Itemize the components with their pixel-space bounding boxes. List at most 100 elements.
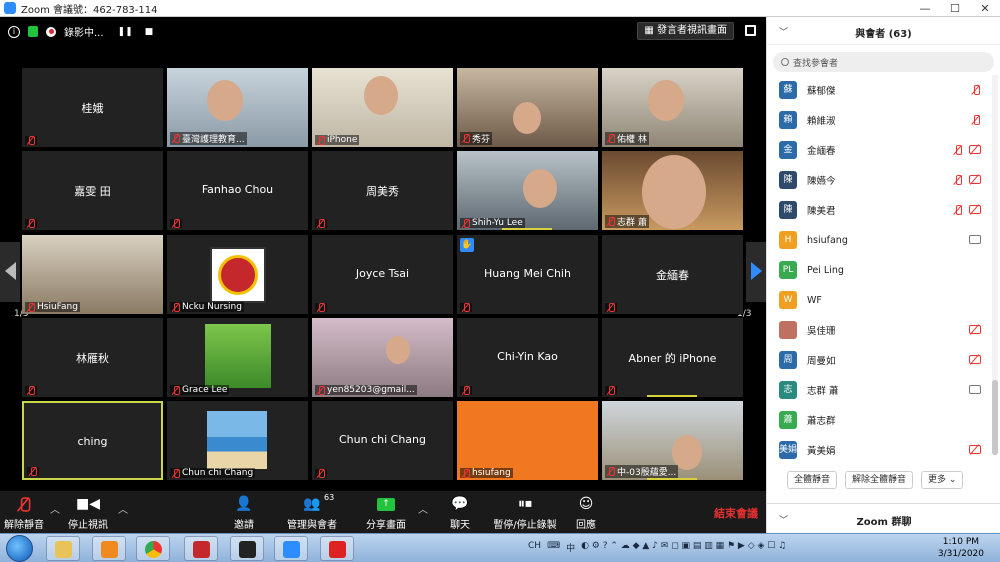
- mic-muted-icon[interactable]: [953, 205, 963, 215]
- video-tile[interactable]: yen85203@gmail...: [312, 318, 453, 397]
- reactions-button[interactable]: ☺ 回應: [574, 495, 598, 531]
- mic-muted-icon[interactable]: [971, 85, 981, 95]
- participant-row[interactable]: PL Pei Ling: [767, 255, 989, 285]
- participant-search-input[interactable]: 查找參會者: [773, 52, 994, 72]
- taskbar-app-heart[interactable]: [184, 536, 218, 561]
- start-button[interactable]: [6, 535, 33, 562]
- video-off-icon[interactable]: [969, 175, 981, 184]
- participant-face: [513, 102, 541, 135]
- participant-row[interactable]: 陳陳美君: [767, 195, 989, 225]
- pause-recording-icon[interactable]: ❚❚: [118, 27, 133, 37]
- video-tile[interactable]: Ncku Nursing: [167, 235, 308, 314]
- participant-row[interactable]: 吳佳珊: [767, 315, 989, 345]
- video-tile[interactable]: 秀芬: [457, 68, 598, 147]
- taskbar-file-explorer[interactable]: [46, 536, 80, 561]
- end-meeting-button[interactable]: 結束會議: [714, 505, 758, 521]
- mic-muted-icon[interactable]: [971, 115, 981, 125]
- runner-icon: [239, 541, 256, 558]
- participant-list-scrollbar[interactable]: [992, 75, 998, 455]
- participant-row[interactable]: 周周曼如: [767, 345, 989, 375]
- video-tile[interactable]: 中-03殷蘊愛...: [602, 401, 743, 480]
- video-tile[interactable]: 林雁秋: [22, 318, 163, 397]
- video-off-icon[interactable]: [969, 355, 981, 364]
- video-off-icon[interactable]: [969, 205, 981, 214]
- minimize-button[interactable]: —: [910, 2, 940, 15]
- audio-options-caret[interactable]: ︿: [50, 501, 60, 516]
- mic-muted-icon[interactable]: [953, 145, 963, 155]
- video-tile[interactable]: 嘉雯 田: [22, 151, 163, 230]
- video-tile[interactable]: 佑權 林: [602, 68, 743, 147]
- info-icon[interactable]: i: [8, 25, 20, 38]
- video-off-icon[interactable]: [969, 145, 981, 154]
- video-tile[interactable]: 臺灣護理教育...: [167, 68, 308, 147]
- taskbar-zoom[interactable]: [274, 536, 308, 561]
- invite-button[interactable]: 👤 邀請: [230, 495, 258, 531]
- video-tile[interactable]: 周美秀: [312, 151, 453, 230]
- scrollbar-thumb[interactable]: [992, 380, 998, 455]
- participant-row[interactable]: 金金緬春: [767, 135, 989, 165]
- video-tile[interactable]: Fanhao Chou: [167, 151, 308, 230]
- chat-button[interactable]: 💬 聊天: [448, 495, 472, 531]
- share-screen-icon: ↑: [366, 495, 406, 513]
- video-tile[interactable]: hsiufang: [457, 401, 598, 480]
- participant-row[interactable]: 蕭蕭志群: [767, 405, 989, 435]
- taskbar-app-runner[interactable]: [230, 536, 264, 561]
- prev-page-button[interactable]: [0, 242, 20, 302]
- participant-row[interactable]: 賴賴維淑: [767, 105, 989, 135]
- participant-row[interactable]: 蘇蘇郁傑: [767, 75, 989, 105]
- video-options-caret[interactable]: ︿: [118, 501, 128, 516]
- mic-muted-icon[interactable]: [953, 175, 963, 185]
- share-screen-button[interactable]: ↑ 分享畫面: [366, 495, 406, 531]
- stop-recording-icon[interactable]: ■: [145, 27, 154, 37]
- video-on-icon[interactable]: [969, 235, 981, 244]
- taskbar-chrome[interactable]: [136, 536, 170, 561]
- video-tile[interactable]: iPhone: [312, 68, 453, 147]
- video-tile[interactable]: HsiuFang: [22, 235, 163, 314]
- ime-indicator[interactable]: CH: [528, 541, 541, 554]
- video-tile[interactable]: 金緬春: [602, 235, 743, 314]
- video-off-icon[interactable]: [969, 325, 981, 334]
- participant-row[interactable]: 陳陳嬿今: [767, 165, 989, 195]
- participant-row[interactable]: W WF: [767, 285, 989, 315]
- mute-all-button[interactable]: 全體靜音: [787, 471, 838, 489]
- video-tile[interactable]: Chi-Yin Kao: [457, 318, 598, 397]
- video-tile[interactable]: 志群 蕭: [602, 151, 743, 230]
- video-tile[interactable]: Abner 的 iPhone: [602, 318, 743, 397]
- taskbar-acrobat[interactable]: [320, 536, 354, 561]
- video-tile[interactable]: Grace Lee: [167, 318, 308, 397]
- share-options-caret[interactable]: ︿: [418, 501, 428, 516]
- unmute-all-button[interactable]: 解除全體靜音: [845, 471, 914, 489]
- unmute-button[interactable]: 解除靜音: [4, 495, 44, 531]
- video-tile[interactable]: 桂娥: [22, 68, 163, 147]
- zoom-chat-section[interactable]: ﹀ Zoom 群聊: [767, 503, 1000, 533]
- participant-row[interactable]: 志志群 蕭: [767, 375, 989, 405]
- close-button[interactable]: ✕: [970, 2, 1000, 15]
- system-clock[interactable]: 1:10 PM 3/31/2020: [938, 536, 984, 560]
- video-on-icon[interactable]: [969, 385, 981, 394]
- more-button[interactable]: 更多 ⌄: [921, 471, 964, 489]
- speaker-view-button[interactable]: ▦ 發言者視訊畫面: [637, 22, 734, 40]
- video-off-icon[interactable]: [969, 445, 981, 454]
- tile-name-label: 志群 蕭: [605, 215, 649, 228]
- participant-row[interactable]: 美娟 黃美娟: [767, 435, 989, 465]
- keyboard-icon[interactable]: ⌨: [547, 541, 560, 554]
- maximize-button[interactable]: ☐: [940, 2, 970, 15]
- ime-mode[interactable]: 中: [566, 541, 575, 554]
- stop-video-button[interactable]: ■◀ 停止視訊: [66, 495, 110, 531]
- video-tile[interactable]: Joyce Tsai: [312, 235, 453, 314]
- video-tile[interactable]: Chun chi Chang: [312, 401, 453, 480]
- encryption-lock-icon[interactable]: [28, 26, 38, 37]
- manage-participants-button[interactable]: 👥 63 管理與會者: [286, 493, 338, 531]
- taskbar-media-player[interactable]: [92, 536, 126, 561]
- video-tile[interactable]: ching: [22, 401, 163, 480]
- tile-participant-name: Chun chi Chang: [182, 468, 254, 478]
- fullscreen-icon[interactable]: [745, 25, 756, 36]
- video-tile[interactable]: ✋ Huang Mei Chih: [457, 235, 598, 314]
- participant-row[interactable]: Hhsiufang: [767, 225, 989, 255]
- video-tile[interactable]: Chun chi Chang: [167, 401, 308, 480]
- tray-icons[interactable]: ◐ ⚙ ? ⌃ ☁ ◆ ▲ ♪ ✉ ◻ ▣ ▤ ▥ ▦ ⚑ ▶ ◇ ◈ ☐ ♫: [581, 541, 786, 554]
- pause-recording-button[interactable]: ⏸⏹ 暫停/停止錄製: [492, 495, 558, 531]
- participant-avatar: 陳: [779, 201, 797, 219]
- video-tile[interactable]: Shih-Yu Lee: [457, 151, 598, 230]
- next-page-button[interactable]: [746, 242, 766, 302]
